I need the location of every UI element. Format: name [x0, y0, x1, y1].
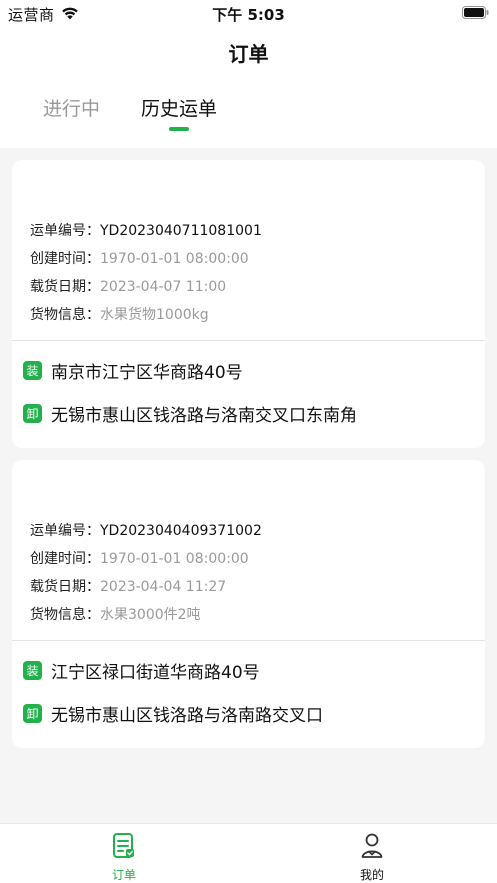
profile-icon — [360, 832, 384, 860]
unload-address: 无锡市惠山区钱洛路与洛南路交叉口 — [51, 706, 323, 726]
unload-badge: 卸 — [23, 704, 42, 723]
goods-info-label: 货物信息： — [30, 607, 100, 623]
load-date-row: 载货日期： 2023-04-07 11:00 — [30, 273, 262, 301]
created-time-label: 创建时间： — [30, 251, 100, 267]
order-card[interactable]: 运单编号： YD2023040711081001 创建时间： 1970-01-0… — [12, 160, 485, 448]
unload-address-row: 卸 无锡市惠山区钱洛路与洛南交叉口东南角 — [23, 401, 357, 426]
load-date-label: 载货日期： — [30, 579, 100, 595]
order-tabs: 进行中 历史运单 — [0, 76, 497, 148]
page-title: 订单 — [228, 42, 269, 66]
tabbar-label-orders: 订单 — [111, 868, 136, 882]
order-number-label: 运单编号： — [30, 223, 100, 239]
unload-address: 无锡市惠山区钱洛路与洛南交叉口东南角 — [51, 406, 357, 426]
created-time-row: 创建时间： 1970-01-01 08:00:00 — [30, 545, 262, 573]
tab-history[interactable]: 历史运单 — [141, 94, 217, 121]
active-tab-indicator — [169, 127, 189, 131]
load-address: 南京市江宁区华商路40号 — [51, 363, 243, 383]
app-screen: 运营商 下午 5:03 订单 进行中 历史运单 运单编号： YD20230407… — [0, 0, 497, 883]
card-divider — [12, 340, 485, 341]
order-number-row: 运单编号： YD2023040409371002 — [30, 517, 262, 545]
order-number-label: 运单编号： — [30, 523, 100, 539]
tabbar-item-mine[interactable]: 我的 — [312, 824, 432, 883]
tab-ongoing[interactable]: 进行中 — [43, 94, 100, 121]
created-time-value: 1970-01-01 08:00:00 — [100, 551, 249, 567]
order-info: 运单编号： YD2023040409371002 创建时间： 1970-01-0… — [30, 517, 262, 629]
order-number-value: YD2023040409371002 — [100, 523, 262, 539]
bottom-tab-bar: 订单 我的 — [0, 823, 497, 883]
goods-info-value: 水果3000件2吨 — [100, 607, 201, 623]
unload-badge: 卸 — [23, 404, 42, 423]
order-number-row: 运单编号： YD2023040711081001 — [30, 217, 262, 245]
goods-info-label: 货物信息： — [30, 307, 100, 323]
order-info: 运单编号： YD2023040711081001 创建时间： 1970-01-0… — [30, 217, 262, 329]
load-date-value: 2023-04-07 11:00 — [100, 279, 227, 295]
orders-icon — [112, 832, 136, 860]
order-number-value: YD2023040711081001 — [100, 223, 262, 239]
nav-bar: 订单 — [0, 26, 497, 76]
load-badge: 装 — [23, 661, 42, 680]
tabbar-label-mine: 我的 — [359, 868, 384, 882]
load-address-row: 装 南京市江宁区华商路40号 — [23, 358, 243, 383]
load-address-row: 装 江宁区禄口街道华商路40号 — [23, 658, 260, 683]
unload-address-row: 卸 无锡市惠山区钱洛路与洛南路交叉口 — [23, 701, 323, 726]
created-time-row: 创建时间： 1970-01-01 08:00:00 — [30, 245, 262, 273]
card-divider — [12, 640, 485, 641]
carrier-name: 运营商 — [8, 6, 55, 24]
status-left: 运营商 — [8, 4, 79, 25]
load-address: 江宁区禄口街道华商路40号 — [51, 663, 260, 683]
load-badge: 装 — [23, 361, 42, 380]
goods-info-row: 货物信息： 水果货物1000kg — [30, 301, 262, 329]
created-time-label: 创建时间： — [30, 551, 100, 567]
tabbar-item-orders[interactable]: 订单 — [64, 824, 184, 883]
goods-info-value: 水果货物1000kg — [100, 307, 209, 323]
load-date-label: 载货日期： — [30, 279, 100, 295]
wifi-icon — [61, 6, 79, 24]
goods-info-row: 货物信息： 水果3000件2吨 — [30, 601, 262, 629]
load-date-row: 载货日期： 2023-04-04 11:27 — [30, 573, 262, 601]
created-time-value: 1970-01-01 08:00:00 — [100, 251, 249, 267]
load-date-value: 2023-04-04 11:27 — [100, 579, 227, 595]
order-card[interactable]: 运单编号： YD2023040409371002 创建时间： 1970-01-0… — [12, 460, 485, 748]
status-bar: 运营商 下午 5:03 — [0, 0, 497, 26]
battery-icon — [462, 5, 489, 19]
